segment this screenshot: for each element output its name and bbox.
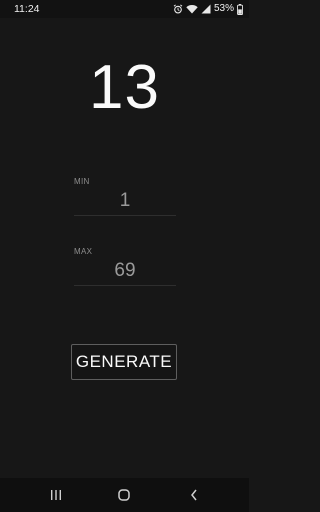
max-underline <box>74 285 176 286</box>
random-number-result: 13 <box>89 53 160 122</box>
status-bar: 11:24 53% <box>0 0 249 18</box>
alarm-icon <box>173 4 183 14</box>
max-field[interactable]: MAX 69 <box>74 247 176 286</box>
min-label: MIN <box>74 177 90 186</box>
back-icon[interactable] <box>184 487 204 503</box>
max-label: MAX <box>74 247 93 256</box>
max-input[interactable]: 69 <box>74 260 176 282</box>
battery-icon <box>237 3 243 15</box>
min-underline <box>74 215 176 216</box>
generate-button[interactable]: GENERATE <box>71 344 177 380</box>
status-time: 11:24 <box>14 3 40 15</box>
recents-icon[interactable] <box>46 487 66 503</box>
min-field[interactable]: MIN 1 <box>74 177 176 216</box>
navigation-bar <box>0 478 249 512</box>
min-input[interactable]: 1 <box>74 190 176 212</box>
wifi-icon <box>186 4 198 14</box>
home-icon[interactable] <box>114 487 134 503</box>
status-icons: 53% <box>173 2 243 16</box>
battery-percent: 53% <box>213 3 234 14</box>
signal-icon <box>201 4 211 14</box>
